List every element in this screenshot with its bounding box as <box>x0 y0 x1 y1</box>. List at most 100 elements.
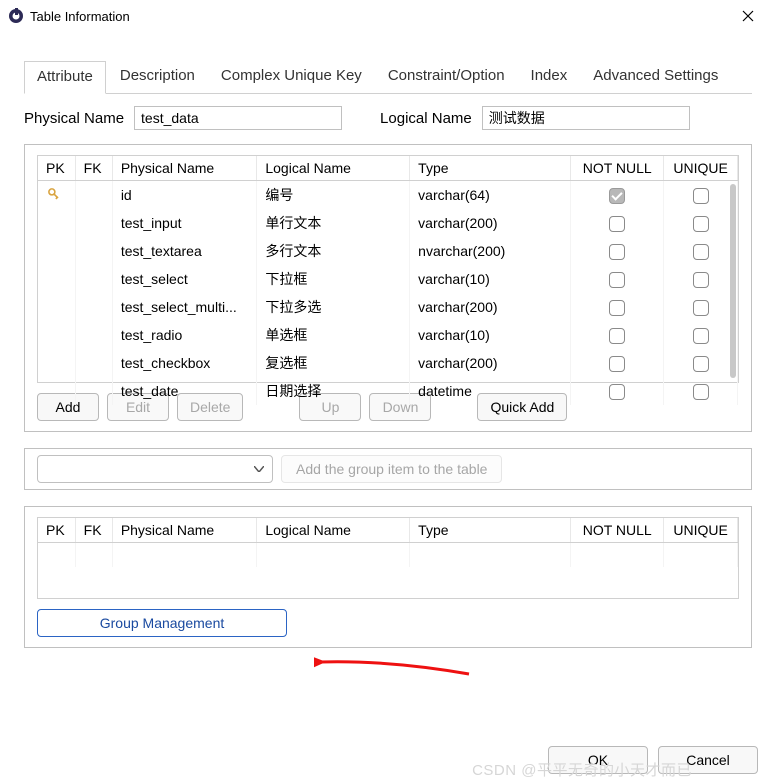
table-row[interactable]: test_textarea多行文本nvarchar(200) <box>38 237 738 265</box>
physical-name-input[interactable] <box>134 106 342 130</box>
table-row[interactable]: test_input单行文本varchar(200) <box>38 209 738 237</box>
nn-cell[interactable] <box>571 181 664 210</box>
uq-cell[interactable] <box>664 377 738 405</box>
log-cell: 日期选择 <box>257 377 410 405</box>
col-uq[interactable]: UNIQUE <box>664 156 738 181</box>
nn-cell[interactable] <box>571 209 664 237</box>
col-type[interactable]: Type <box>410 156 571 181</box>
table-row[interactable]: id编号varchar(64) <box>38 181 738 210</box>
checkbox[interactable] <box>693 356 709 372</box>
checkbox[interactable] <box>609 272 625 288</box>
pk-cell <box>38 349 75 377</box>
physical-name-label: Physical Name <box>24 110 124 127</box>
uq-cell[interactable] <box>664 293 738 321</box>
checkbox[interactable] <box>693 272 709 288</box>
cancel-button[interactable]: Cancel <box>658 746 758 774</box>
fk-cell <box>75 349 112 377</box>
type-cell: varchar(10) <box>410 265 571 293</box>
table-row[interactable]: test_select下拉框varchar(10) <box>38 265 738 293</box>
uq-cell[interactable] <box>664 349 738 377</box>
tab-attribute[interactable]: Attribute <box>24 61 106 94</box>
checkbox[interactable] <box>693 216 709 232</box>
uq-cell[interactable] <box>664 209 738 237</box>
nn-cell[interactable] <box>571 293 664 321</box>
uq-cell[interactable] <box>664 181 738 210</box>
table-scrollbar[interactable] <box>730 184 736 378</box>
phys-cell: test_textarea <box>112 237 257 265</box>
g-col-nn[interactable]: NOT NULL <box>571 518 664 543</box>
g-col-phys[interactable]: Physical Name <box>112 518 257 543</box>
col-nn[interactable]: NOT NULL <box>571 156 664 181</box>
g-col-pk[interactable]: PK <box>38 518 75 543</box>
g-col-log[interactable]: Logical Name <box>257 518 410 543</box>
col-log[interactable]: Logical Name <box>257 156 410 181</box>
tab-advanced-settings[interactable]: Advanced Settings <box>581 61 730 94</box>
checkbox[interactable] <box>693 188 709 204</box>
uq-cell[interactable] <box>664 321 738 349</box>
group-table[interactable]: PK FK Physical Name Logical Name Type NO… <box>37 517 739 599</box>
g-col-type[interactable]: Type <box>410 518 571 543</box>
log-cell: 复选框 <box>257 349 410 377</box>
checkbox[interactable] <box>693 244 709 260</box>
checkbox[interactable] <box>609 384 625 400</box>
tab-bar: AttributeDescriptionComplex Unique KeyCo… <box>24 60 752 94</box>
g-col-fk[interactable]: FK <box>75 518 112 543</box>
logical-name-input[interactable] <box>482 106 690 130</box>
add-group-item-button[interactable]: Add the group item to the table <box>281 455 502 483</box>
table-row[interactable]: test_checkbox复选框varchar(200) <box>38 349 738 377</box>
close-button[interactable] <box>728 2 768 30</box>
tab-complex-unique-key[interactable]: Complex Unique Key <box>209 61 374 94</box>
phys-cell: test_input <box>112 209 257 237</box>
fk-cell <box>75 181 112 210</box>
group-select[interactable] <box>37 455 273 483</box>
checkbox[interactable] <box>609 216 625 232</box>
table-row[interactable] <box>38 543 738 567</box>
pk-cell <box>38 265 75 293</box>
checkbox[interactable] <box>609 328 625 344</box>
uq-cell[interactable] <box>664 265 738 293</box>
phys-cell: test_radio <box>112 321 257 349</box>
col-pk[interactable]: PK <box>38 156 75 181</box>
type-cell: varchar(200) <box>410 293 571 321</box>
pk-cell <box>38 237 75 265</box>
nn-cell[interactable] <box>571 377 664 405</box>
fk-cell <box>75 377 112 405</box>
group-management-button[interactable]: Group Management <box>37 609 287 637</box>
nn-cell[interactable] <box>571 265 664 293</box>
type-cell: varchar(10) <box>410 321 571 349</box>
col-phys[interactable]: Physical Name <box>112 156 257 181</box>
nn-cell[interactable] <box>571 237 664 265</box>
type-cell: varchar(64) <box>410 181 571 210</box>
table-row[interactable]: test_date日期选择datetime <box>38 377 738 405</box>
app-icon <box>8 8 24 24</box>
checkbox[interactable] <box>693 300 709 316</box>
table-row[interactable]: test_select_multi...下拉多选varchar(200) <box>38 293 738 321</box>
checkbox[interactable] <box>693 328 709 344</box>
titlebar: Table Information <box>0 0 776 32</box>
checkbox[interactable] <box>609 300 625 316</box>
checkbox[interactable] <box>609 188 625 204</box>
checkbox[interactable] <box>609 356 625 372</box>
tab-description[interactable]: Description <box>108 61 207 94</box>
fk-cell <box>75 321 112 349</box>
table-row[interactable]: test_radio单选框varchar(10) <box>38 321 738 349</box>
phys-cell: id <box>112 181 257 210</box>
pk-cell <box>38 181 75 210</box>
uq-cell[interactable] <box>664 237 738 265</box>
tab-index[interactable]: Index <box>519 61 580 94</box>
type-cell: datetime <box>410 377 571 405</box>
g-col-uq[interactable]: UNIQUE <box>664 518 738 543</box>
checkbox[interactable] <box>609 244 625 260</box>
window-title: Table Information <box>30 9 728 24</box>
col-fk[interactable]: FK <box>75 156 112 181</box>
attribute-table[interactable]: PK FK Physical Name Logical Name Type NO… <box>37 155 739 383</box>
ok-button[interactable]: OK <box>548 746 648 774</box>
log-cell: 下拉多选 <box>257 293 410 321</box>
phys-cell: test_checkbox <box>112 349 257 377</box>
nn-cell[interactable] <box>571 321 664 349</box>
phys-cell: test_select_multi... <box>112 293 257 321</box>
checkbox[interactable] <box>693 384 709 400</box>
nn-cell[interactable] <box>571 349 664 377</box>
log-cell: 编号 <box>257 181 410 210</box>
tab-constraint-option[interactable]: Constraint/Option <box>376 61 517 94</box>
